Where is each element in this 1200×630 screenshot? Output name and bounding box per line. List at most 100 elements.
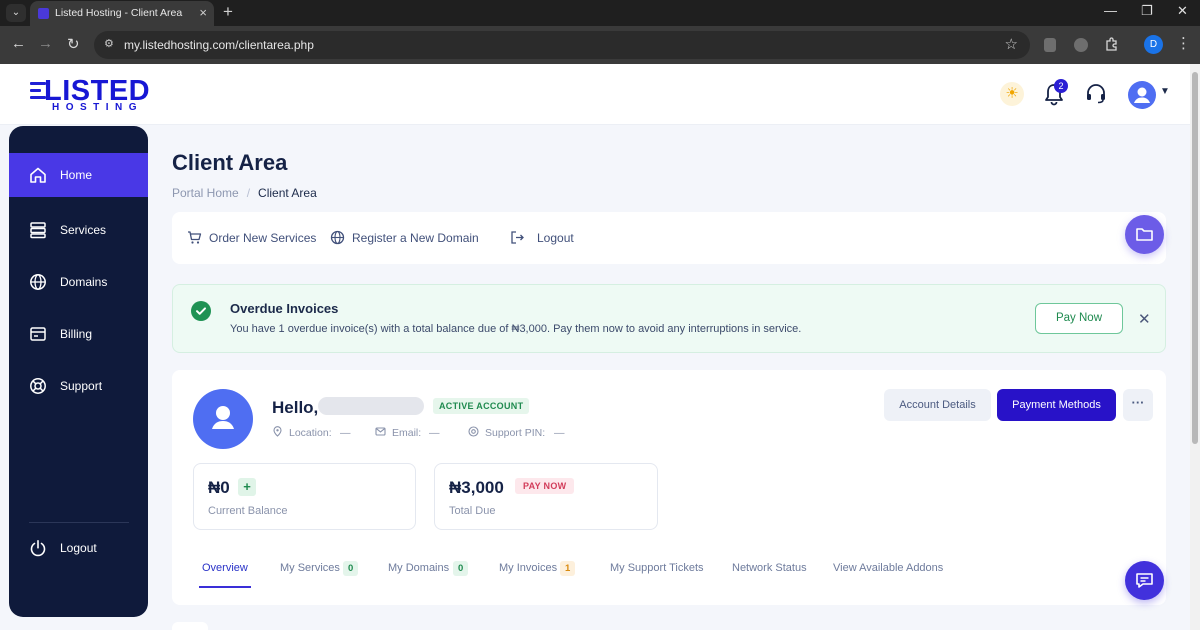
sidebar-item-domains[interactable]: Domains bbox=[9, 260, 148, 304]
folder-button[interactable] bbox=[1125, 215, 1164, 254]
tab-view-available-addons[interactable]: View Available Addons bbox=[833, 562, 943, 574]
window-close-icon[interactable]: ✕ bbox=[1177, 3, 1188, 19]
tab-my-domains[interactable]: My Domains bbox=[388, 562, 449, 574]
power-icon bbox=[30, 540, 46, 557]
redacted-user-name bbox=[318, 397, 424, 415]
order-new-services-link[interactable]: Order New Services bbox=[209, 231, 316, 245]
browser-menu-icon[interactable]: ⋮ bbox=[1176, 34, 1191, 52]
chevron-down-icon[interactable]: ▼ bbox=[1160, 86, 1170, 97]
tab-my-support-tickets[interactable]: My Support Tickets bbox=[610, 562, 704, 574]
current-balance-value: ₦0 bbox=[208, 478, 230, 497]
next-card-edge bbox=[172, 622, 208, 630]
address-bar[interactable]: ⚙ my.listedhosting.com/clientarea.php ☆ bbox=[94, 31, 1030, 59]
tab-title: Listed Hosting - Client Area bbox=[55, 7, 183, 19]
breadcrumb-separator: / bbox=[246, 186, 251, 200]
email-value: — bbox=[429, 427, 440, 439]
server-icon bbox=[30, 222, 46, 239]
support-pin-value: — bbox=[554, 427, 565, 439]
user-avatar-button[interactable] bbox=[1128, 81, 1156, 109]
alert-close-icon[interactable]: ✕ bbox=[1138, 310, 1151, 328]
globe-icon bbox=[30, 274, 46, 290]
reload-icon[interactable]: ↻ bbox=[67, 35, 80, 53]
profile-avatar[interactable]: D bbox=[1144, 35, 1163, 54]
account-avatar bbox=[193, 389, 253, 449]
chat-button[interactable] bbox=[1125, 561, 1164, 600]
chat-icon bbox=[1136, 573, 1153, 588]
browser-tab-bar: ⌄ Listed Hosting - Client Area × + — ❐ ✕ bbox=[0, 0, 1200, 26]
more-options-button[interactable]: ··· bbox=[1123, 389, 1153, 421]
alert-message: You have 1 overdue invoice(s) with a tot… bbox=[230, 323, 802, 335]
location-label: Location: bbox=[289, 427, 332, 439]
url-text[interactable]: my.listedhosting.com/clientarea.php bbox=[124, 38, 314, 52]
page-title: Client Area bbox=[172, 150, 288, 175]
sidebar-divider bbox=[29, 522, 129, 523]
favicon-icon bbox=[38, 8, 49, 19]
sidebar-item-support[interactable]: Support bbox=[9, 364, 148, 408]
account-card: Hello, ACTIVE ACCOUNT Location: — Email:… bbox=[172, 370, 1166, 605]
tab-my-invoices[interactable]: My Invoices bbox=[499, 562, 557, 574]
support-pin-icon bbox=[468, 426, 479, 437]
cart-icon[interactable] bbox=[187, 230, 202, 245]
active-tab-indicator bbox=[199, 586, 251, 588]
client-area-tabs: Overview My Services 0 My Domains 0 My I… bbox=[172, 560, 1166, 590]
forward-icon[interactable]: → bbox=[38, 35, 53, 52]
sidebar-item-billing[interactable]: Billing bbox=[9, 312, 148, 356]
sidebar-item-label: Home bbox=[60, 168, 93, 182]
current-balance-label: Current Balance bbox=[208, 505, 288, 517]
payment-methods-button[interactable]: Payment Methods bbox=[997, 389, 1116, 421]
greeting: Hello, bbox=[272, 398, 319, 417]
logout-icon[interactable] bbox=[510, 230, 525, 245]
notification-count-badge: 2 bbox=[1054, 79, 1068, 93]
extension-icon[interactable] bbox=[1044, 38, 1056, 52]
tab-network-status[interactable]: Network Status bbox=[732, 562, 807, 574]
user-icon bbox=[1134, 87, 1150, 103]
extension-icon[interactable] bbox=[1074, 38, 1088, 52]
tab-search-chevron-icon[interactable]: ⌄ bbox=[6, 4, 26, 22]
browser-toolbar: ← → ↻ ⚙ my.listedhosting.com/clientarea.… bbox=[0, 26, 1200, 64]
location-value: — bbox=[340, 427, 351, 439]
globe-icon[interactable] bbox=[330, 230, 345, 245]
add-funds-button[interactable]: + bbox=[238, 478, 256, 496]
total-due-card: ₦3,000 PAY NOW Total Due bbox=[434, 463, 658, 530]
breadcrumb-portal-home[interactable]: Portal Home bbox=[172, 186, 239, 200]
logout-link[interactable]: Logout bbox=[537, 231, 574, 245]
sidebar-item-label: Domains bbox=[60, 275, 108, 289]
current-balance-card: ₦0 + Current Balance bbox=[193, 463, 416, 530]
browser-tab[interactable]: Listed Hosting - Client Area × bbox=[30, 1, 214, 26]
sidebar-item-logout[interactable]: Logout bbox=[9, 526, 148, 570]
total-due-label: Total Due bbox=[449, 505, 496, 517]
account-status-badge: ACTIVE ACCOUNT bbox=[433, 398, 530, 414]
new-tab-icon[interactable]: + bbox=[223, 2, 233, 22]
bookmark-star-icon[interactable]: ☆ bbox=[1005, 35, 1018, 53]
user-icon bbox=[212, 406, 234, 429]
minimize-icon[interactable]: — bbox=[1104, 3, 1117, 18]
pay-now-badge[interactable]: PAY NOW bbox=[515, 478, 575, 494]
location-pin-icon bbox=[273, 426, 282, 437]
scrollbar-thumb[interactable] bbox=[1192, 72, 1198, 444]
account-details-button[interactable]: Account Details bbox=[884, 389, 991, 421]
sidebar-item-home[interactable]: Home bbox=[9, 153, 148, 197]
tab-overview[interactable]: Overview bbox=[202, 562, 248, 574]
theme-toggle-sun-icon[interactable]: ☀ bbox=[1000, 82, 1024, 106]
mail-icon bbox=[375, 427, 386, 436]
check-circle-icon bbox=[191, 301, 211, 321]
breadcrumb: Portal Home / Client Area bbox=[172, 186, 317, 200]
sidebar-item-services[interactable]: Services bbox=[9, 208, 148, 252]
back-icon[interactable]: ← bbox=[11, 35, 26, 52]
alert-title: Overdue Invoices bbox=[230, 301, 339, 316]
overdue-invoices-alert: Overdue Invoices You have 1 overdue invo… bbox=[172, 284, 1166, 353]
restore-icon[interactable]: ❐ bbox=[1141, 3, 1153, 19]
home-icon bbox=[30, 167, 46, 183]
tab-close-icon[interactable]: × bbox=[199, 5, 207, 20]
site-header: LISTED HOSTING ☀ 2 ▼ bbox=[0, 64, 1190, 125]
sidebar-item-label: Logout bbox=[60, 541, 97, 555]
quick-actions-bar: Order New Services Register a New Domain… bbox=[172, 212, 1166, 264]
tab-my-services[interactable]: My Services bbox=[280, 562, 340, 574]
register-domain-link[interactable]: Register a New Domain bbox=[352, 231, 479, 245]
services-count-badge: 0 bbox=[343, 561, 359, 576]
pay-now-button[interactable]: Pay Now bbox=[1035, 303, 1123, 334]
site-info-icon[interactable]: ⚙ bbox=[104, 37, 118, 51]
logo-sub-text: HOSTING bbox=[52, 102, 144, 113]
extensions-puzzle-icon[interactable] bbox=[1104, 37, 1119, 52]
support-headset-icon[interactable] bbox=[1085, 82, 1107, 104]
